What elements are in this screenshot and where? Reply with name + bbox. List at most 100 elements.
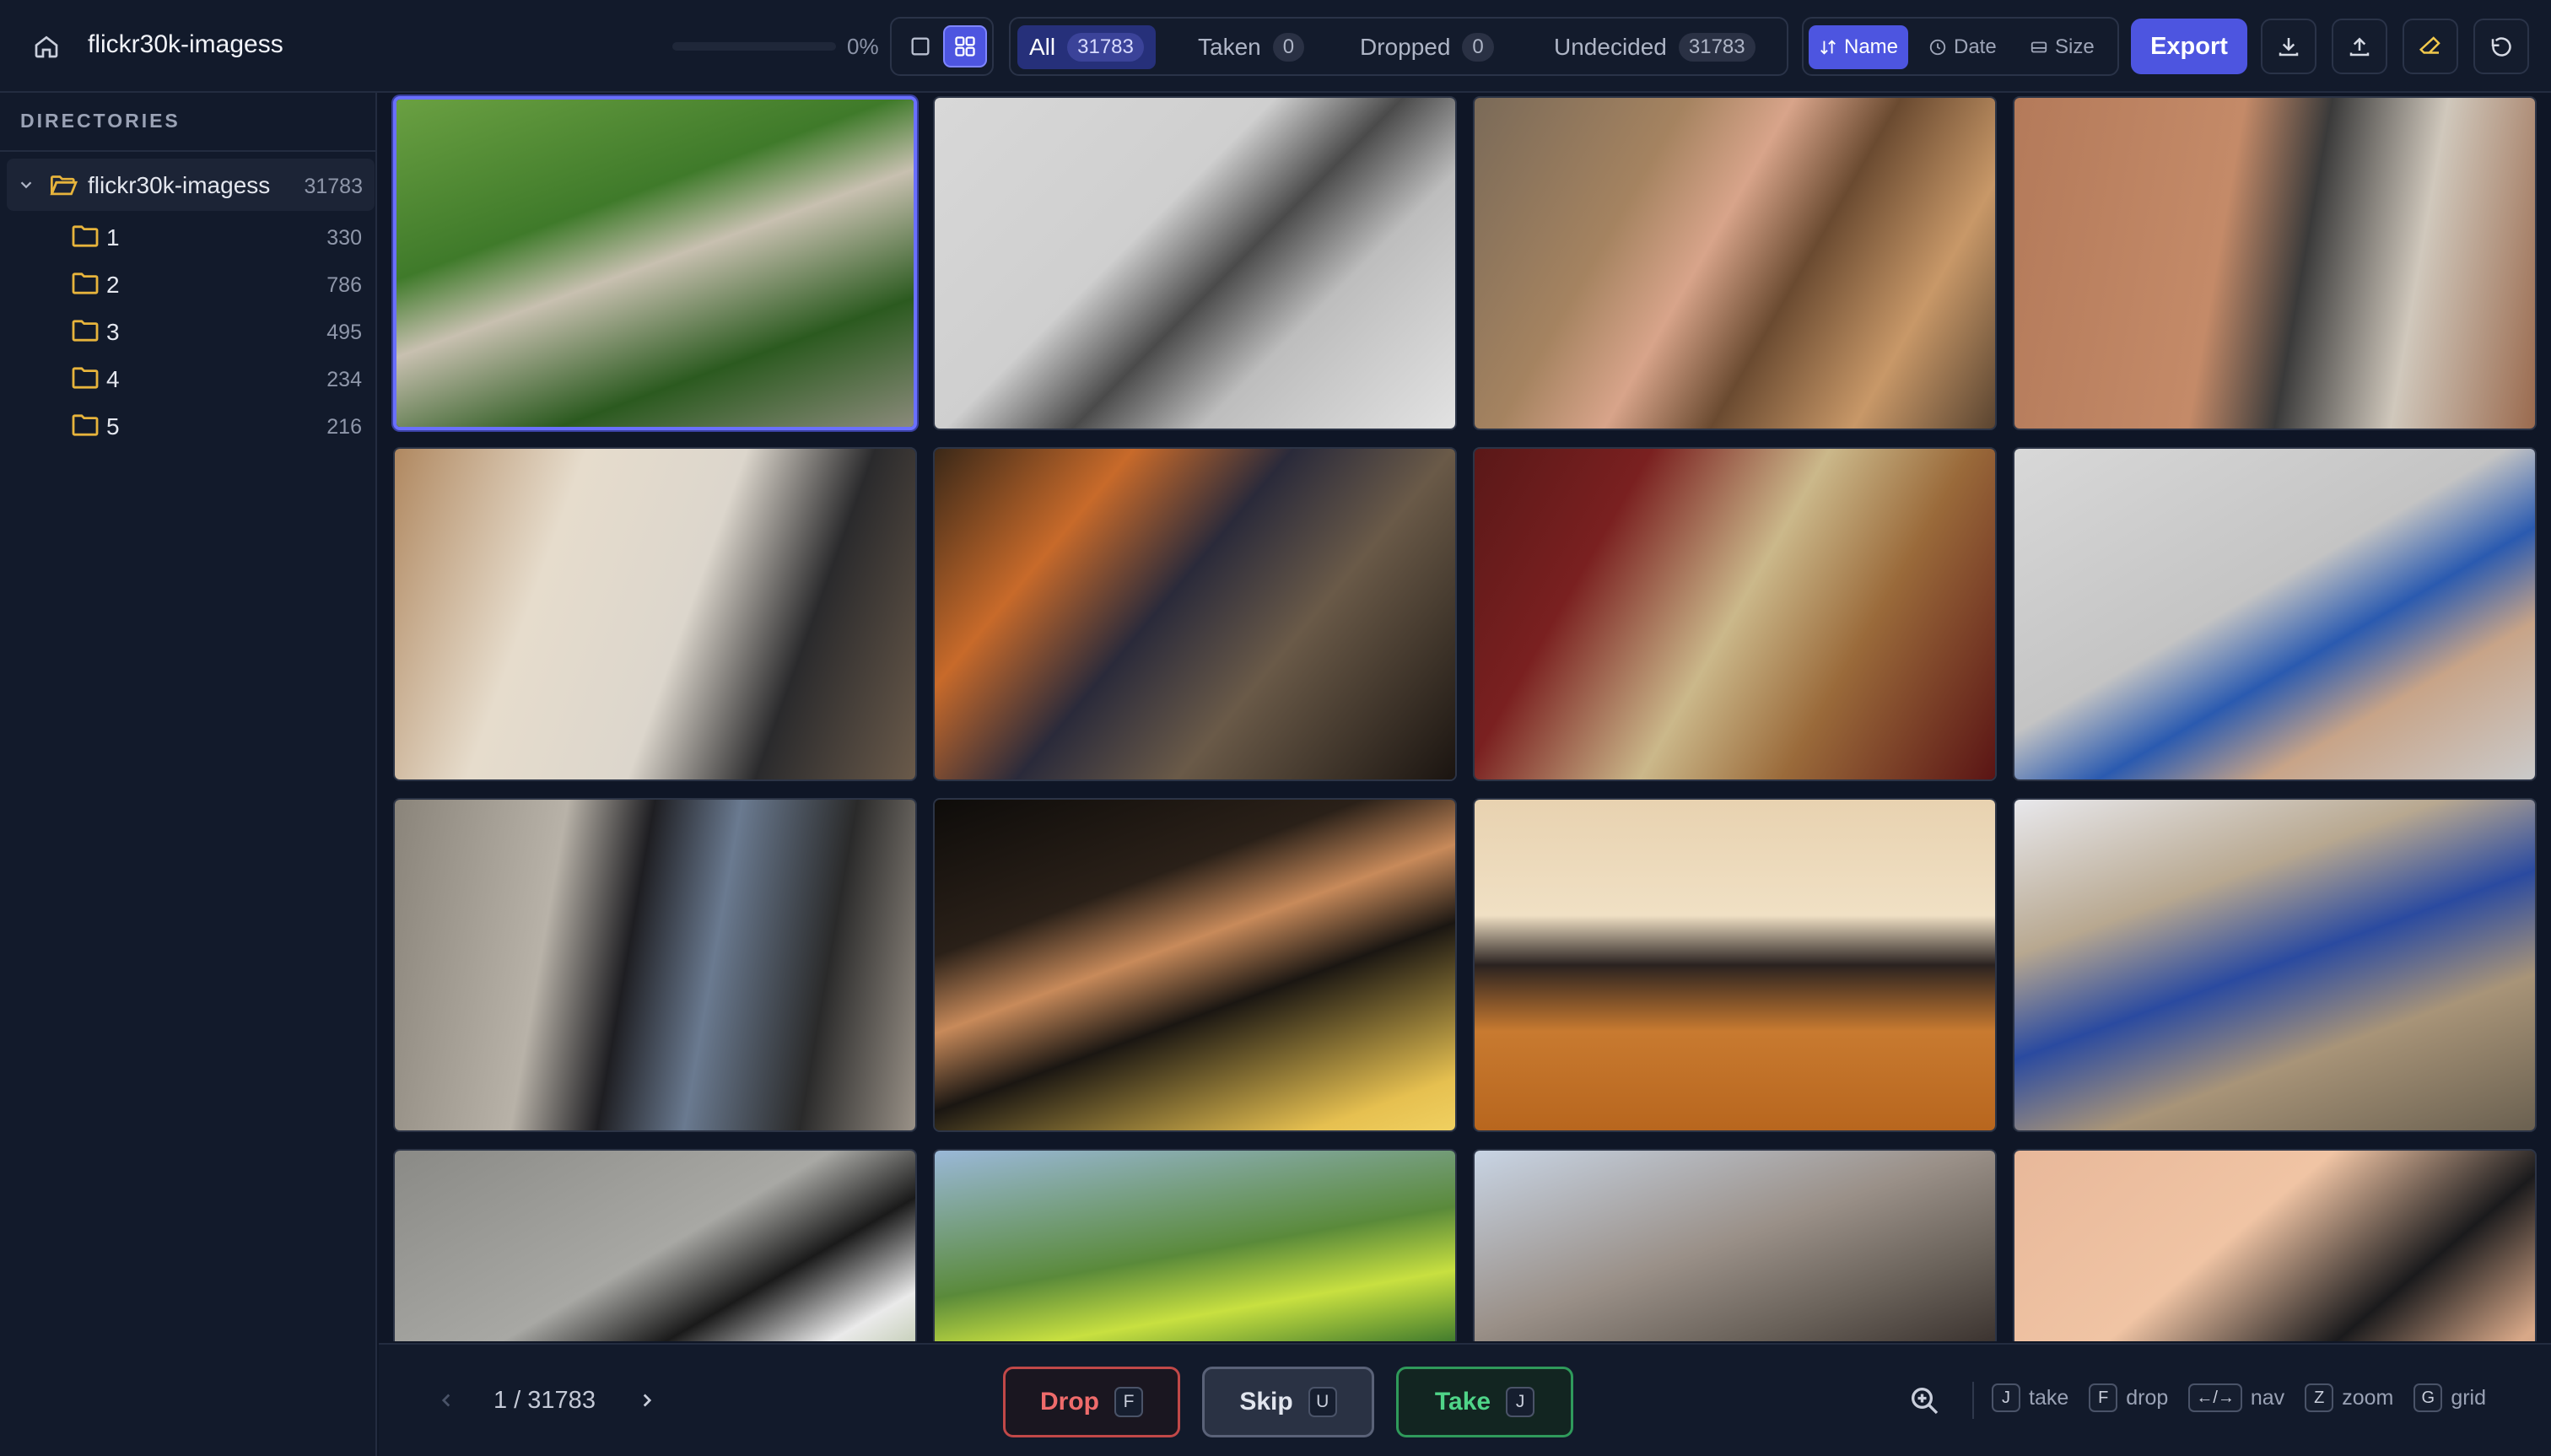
view-toggle xyxy=(890,17,994,76)
filter-tabs: All 31783 Taken 0 Dropped 0 Undecided 31… xyxy=(1009,17,1788,76)
export-button[interactable]: Export xyxy=(2131,19,2247,74)
image-tile[interactable] xyxy=(933,447,1457,781)
tab-taken-label: Taken xyxy=(1198,34,1261,60)
image-tile[interactable] xyxy=(2013,1149,2537,1341)
folder-icon xyxy=(72,367,99,389)
tab-taken-count: 0 xyxy=(1272,33,1305,62)
image-tile[interactable] xyxy=(393,96,917,430)
image-tile[interactable] xyxy=(2013,96,2537,430)
folder-icon xyxy=(72,320,99,342)
skip-button[interactable]: Skip U xyxy=(1202,1367,1374,1437)
grid-view-icon xyxy=(955,36,975,57)
single-view-icon xyxy=(911,37,930,56)
image-tile[interactable] xyxy=(393,447,917,781)
sort-name-label: Name xyxy=(1844,35,1899,58)
chevron-left-icon xyxy=(441,1394,450,1407)
zoom-icon[interactable] xyxy=(1907,1383,1941,1417)
upload-icon xyxy=(2349,37,2370,57)
bottom-bar: 1 / 31783 Drop F Skip U Take J J take F … xyxy=(379,1343,2551,1456)
folder-item-count: 786 xyxy=(326,273,362,297)
image-tile[interactable] xyxy=(393,1149,917,1341)
hint-label: grid xyxy=(2451,1385,2487,1410)
next-button[interactable] xyxy=(630,1383,664,1417)
progress-label: 0% xyxy=(847,34,879,59)
folder-item-4[interactable]: 4 234 xyxy=(0,354,377,402)
skip-key: U xyxy=(1308,1387,1337,1417)
folder-item-2[interactable]: 2 786 xyxy=(0,260,377,307)
folder-item-name: 4 xyxy=(106,366,120,392)
take-button[interactable]: Take J xyxy=(1396,1367,1573,1437)
drop-key: F xyxy=(1114,1387,1143,1417)
folder-item-5[interactable]: 5 216 xyxy=(0,402,377,449)
image-tile[interactable] xyxy=(1473,798,1997,1132)
hint-key: J xyxy=(1992,1383,2020,1412)
sort-date-button[interactable]: Date xyxy=(1918,25,2007,69)
image-tile[interactable] xyxy=(2013,798,2537,1132)
sidebar-divider xyxy=(0,150,377,152)
image-tile[interactable] xyxy=(933,1149,1457,1341)
folder-open-icon xyxy=(50,175,78,196)
hint-key: ←/→ xyxy=(2188,1383,2242,1412)
sidebar: DIRECTORIES flickr30k-imagess 31783 1 33… xyxy=(0,93,377,1456)
directory-root-name: flickr30k-imagess xyxy=(88,172,271,198)
tab-undecided-label: Undecided xyxy=(1554,34,1667,60)
image-tile[interactable] xyxy=(2013,447,2537,781)
image-tile[interactable] xyxy=(393,798,917,1132)
take-key: J xyxy=(1506,1387,1535,1417)
image-tile[interactable] xyxy=(933,96,1457,430)
folder-item-count: 216 xyxy=(326,415,362,439)
sort-size-label: Size xyxy=(2055,35,2095,58)
hint-label: nav xyxy=(2250,1385,2285,1410)
keyboard-hints: J take F drop ←/→ nav Z zoom G grid xyxy=(1992,1383,2498,1412)
folder-item-3[interactable]: 3 495 xyxy=(0,307,377,354)
folder-icon xyxy=(72,225,99,247)
image-tile[interactable] xyxy=(1473,447,1997,781)
drop-button[interactable]: Drop F xyxy=(1003,1367,1180,1437)
home-icon[interactable] xyxy=(29,29,64,64)
tab-undecided-count: 31783 xyxy=(1678,33,1755,62)
skip-label: Skip xyxy=(1239,1388,1293,1416)
tab-dropped[interactable]: Dropped 0 xyxy=(1348,25,1506,69)
image-grid xyxy=(379,94,2551,1341)
eraser-icon xyxy=(2419,36,2440,54)
sort-size-button[interactable]: Size xyxy=(2020,25,2105,69)
single-view-button[interactable] xyxy=(898,25,942,67)
folder-item-name: 3 xyxy=(106,319,120,345)
folder-item-1[interactable]: 1 330 xyxy=(0,213,377,260)
drop-label: Drop xyxy=(1040,1388,1099,1416)
tab-undecided[interactable]: Undecided 31783 xyxy=(1542,25,1767,69)
directory-root[interactable]: flickr30k-imagess 31783 xyxy=(7,159,375,211)
upload-button[interactable] xyxy=(2332,19,2387,74)
hint-key: G xyxy=(2413,1383,2443,1412)
sidebar-heading: DIRECTORIES xyxy=(20,110,181,132)
sort-name-button[interactable]: Name xyxy=(1809,25,1909,69)
clear-button[interactable] xyxy=(2403,19,2458,74)
progress-bar xyxy=(672,42,836,51)
sort-date-label: Date xyxy=(1954,35,1997,58)
previous-button[interactable] xyxy=(429,1383,463,1417)
image-tile[interactable] xyxy=(1473,1149,1997,1341)
undo-button[interactable] xyxy=(2473,19,2529,74)
pager: 1 / 31783 xyxy=(493,1387,596,1414)
tab-dropped-label: Dropped xyxy=(1360,34,1451,60)
disk-icon xyxy=(2031,41,2047,53)
folder-item-count: 330 xyxy=(326,226,362,250)
tab-all[interactable]: All 31783 xyxy=(1017,25,1156,69)
image-tile[interactable] xyxy=(1473,96,1997,430)
grid-view-button[interactable] xyxy=(943,25,987,67)
hint-divider xyxy=(1972,1382,1974,1419)
tab-taken[interactable]: Taken 0 xyxy=(1186,25,1316,69)
download-button[interactable] xyxy=(2261,19,2316,74)
take-label: Take xyxy=(1434,1388,1491,1416)
folder-item-name: 1 xyxy=(106,224,120,251)
undo-icon xyxy=(2491,37,2511,57)
hint-label: drop xyxy=(2126,1385,2169,1410)
image-tile[interactable] xyxy=(933,798,1457,1132)
hint-label: zoom xyxy=(2342,1385,2394,1410)
directory-root-count: 31783 xyxy=(304,175,363,198)
hint-key: Z xyxy=(2305,1383,2334,1412)
folder-icon xyxy=(72,272,99,294)
folder-item-name: 2 xyxy=(106,272,120,298)
tab-all-count: 31783 xyxy=(1067,33,1144,62)
download-icon xyxy=(2279,38,2299,57)
